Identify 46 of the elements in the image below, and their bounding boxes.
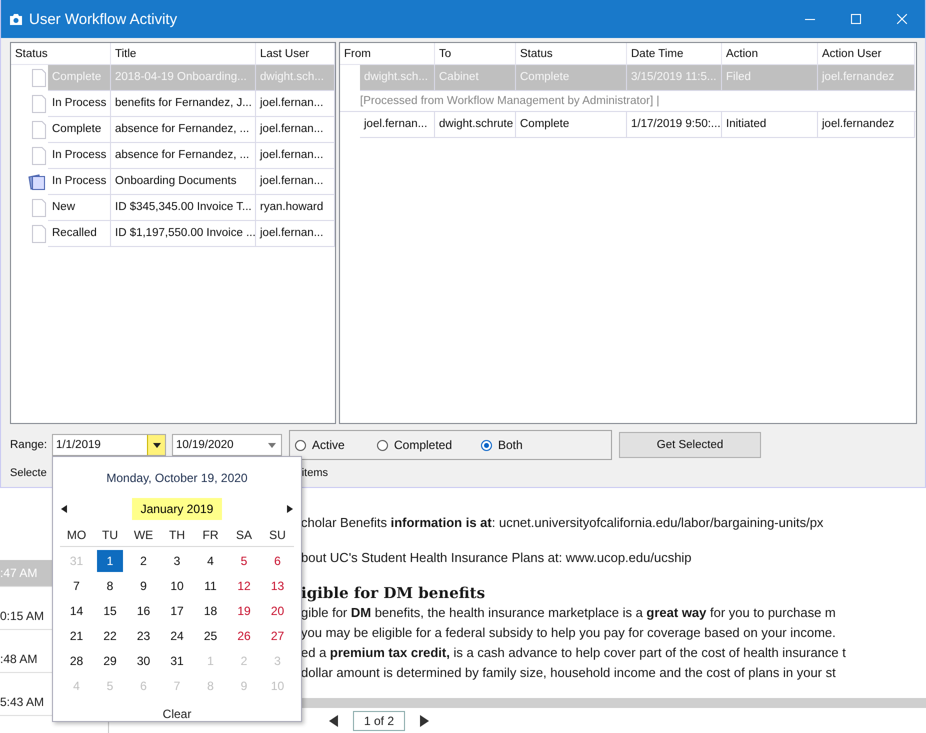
weekday-label: SA — [227, 524, 261, 547]
weekday-label: FR — [194, 524, 228, 547]
table-cell: joel.fernan... — [360, 112, 435, 138]
table-cell: joel.fernan... — [256, 169, 335, 195]
table-cell: ID $345,345.00 Invoice T... — [111, 195, 256, 221]
table-cell: New — [48, 195, 111, 221]
table-cell: joel.fernan... — [256, 221, 335, 247]
text-line: gible for DM benefits, the health insurance marketplace is a great way for you to purchase m — [301, 604, 836, 622]
table-cell: Initiated — [722, 112, 818, 138]
radio-label: Completed — [394, 438, 452, 452]
table-cell: joel.fernan... — [256, 91, 335, 117]
weekday-label: MO — [60, 524, 94, 547]
section-heading: igible for DM benefits — [301, 583, 486, 603]
selected-label: Selecte — [10, 467, 47, 479]
table-cell: In Process — [48, 143, 111, 169]
table-cell: Complete — [48, 117, 111, 143]
table-cell: ryan.howard — [256, 195, 335, 221]
radio-label: Both — [498, 438, 523, 452]
table-cell: Recalled — [48, 221, 111, 247]
range-label: Range: — [10, 439, 48, 451]
table-cell: ID $1,197,550.00 Invoice ... — [111, 221, 256, 247]
weekday-label: TU — [93, 524, 127, 547]
text-line: you may be eligible for a federal subsidy to help you pay for coverage based on your income. — [301, 624, 836, 642]
table-cell: joel.fernan... — [256, 117, 335, 143]
table-cell: joel.fernan... — [256, 143, 335, 169]
items-label: items — [302, 467, 328, 479]
note-text: [Processed from Workflow Management by Administrator] | — [340, 91, 916, 112]
weekday-label: SU — [260, 524, 294, 547]
text-line: cholar Benefits information is at: ucnet.universityofcalifornia.edu/labor/bargaining-units/px — [301, 514, 824, 532]
text-line: ed a premium tax credit, is a cash advance to help cover part of the cost of health insurance t — [301, 644, 846, 662]
table-cell: Onboarding Documents — [111, 169, 256, 195]
table-cell: absence for Fernandez, ... — [111, 143, 256, 169]
radio-label: Active — [312, 438, 345, 452]
table-cell: benefits for Fernandez, J... — [111, 91, 256, 117]
weekday-label: WE — [126, 524, 160, 547]
table-cell: joel.fernandez — [818, 112, 915, 138]
weekday-label: TH — [160, 524, 194, 547]
table-cell: absence for Fernandez, ... — [111, 117, 256, 143]
table-cell: Complete — [516, 112, 627, 138]
table-cell: In Process — [48, 169, 111, 195]
table-cell: dwight.schrute — [435, 112, 516, 138]
window-title: User Workflow Activity — [29, 10, 178, 28]
table-cell: 1/17/2019 9:50:... — [627, 112, 722, 138]
text-line: dollar amount is determined by family size, household income and the cost of plans in your st — [301, 664, 836, 682]
table-cell: In Process — [48, 91, 111, 117]
text-line: bout UC's Student Health Insurance Plans at: www.ucop.edu/ucship — [301, 549, 692, 567]
